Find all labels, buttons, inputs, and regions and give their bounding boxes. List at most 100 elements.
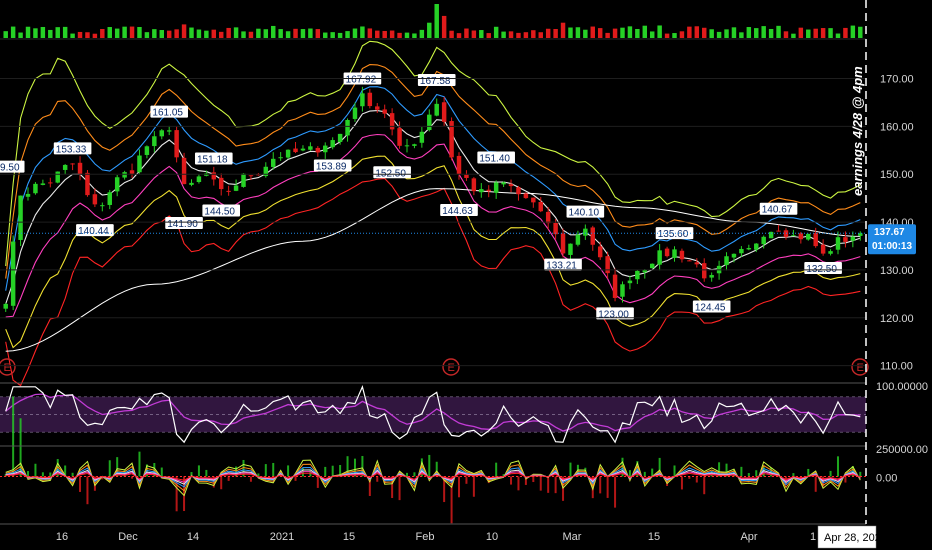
volume-bar bbox=[3, 31, 8, 38]
volume-osc-histogram-bar bbox=[428, 454, 431, 477]
volume-osc-histogram-bar bbox=[606, 476, 609, 498]
time-tick-label: 16 bbox=[56, 531, 68, 543]
volume-bar bbox=[657, 25, 662, 38]
volume-bar bbox=[508, 31, 514, 38]
candle-body bbox=[144, 146, 150, 155]
volume-bar bbox=[493, 26, 499, 38]
volume-osc-histogram-bar bbox=[249, 476, 252, 482]
volume-bar bbox=[92, 33, 98, 38]
volume-bar bbox=[568, 27, 573, 38]
volume-bar bbox=[441, 15, 447, 38]
volume-bar bbox=[323, 32, 328, 38]
volume-bar bbox=[181, 24, 187, 38]
volume-bar bbox=[456, 33, 462, 38]
candle-body bbox=[635, 270, 640, 280]
volume-osc-histogram-bar bbox=[547, 476, 550, 493]
volume-bar bbox=[635, 28, 640, 38]
volume-bar bbox=[501, 31, 506, 38]
volume-osc-tick-label: 0.00 bbox=[876, 472, 897, 484]
date-tooltip: Apr 28, 202 bbox=[817, 525, 881, 549]
price-callout: 141.90 bbox=[165, 216, 203, 230]
time-tick-label: Dec bbox=[118, 531, 138, 543]
volume-bar bbox=[731, 27, 737, 38]
volume-bar bbox=[516, 32, 521, 38]
volume-bar bbox=[479, 30, 484, 38]
volume-osc-histogram-bar bbox=[510, 476, 513, 485]
volume-bar bbox=[858, 26, 863, 38]
oscillator-axis[interactable]: 100.00000 bbox=[876, 381, 928, 393]
volume-osc-histogram-bar bbox=[859, 471, 862, 477]
candle-body bbox=[315, 147, 321, 153]
candle-body bbox=[404, 145, 410, 147]
volume-bar bbox=[337, 32, 343, 38]
candle-body bbox=[687, 260, 692, 262]
volume-bar bbox=[694, 26, 700, 38]
candle-body bbox=[62, 164, 68, 170]
volume-osc-histogram-bar bbox=[703, 476, 706, 495]
volume-bar bbox=[18, 32, 23, 38]
volume-bar bbox=[189, 27, 194, 38]
candle-body bbox=[791, 235, 796, 237]
volume-bar bbox=[434, 4, 439, 38]
volume-bar bbox=[553, 29, 558, 38]
volume-osc-histogram-bar bbox=[138, 451, 141, 477]
volume-osc-histogram-bar bbox=[34, 463, 37, 477]
candle-body bbox=[137, 155, 142, 173]
candle-body bbox=[33, 183, 38, 194]
volume-bar bbox=[226, 27, 231, 38]
price-callout-label: 144.50 bbox=[204, 207, 235, 218]
volume-bar bbox=[627, 26, 633, 38]
volume-osc-histogram-bar bbox=[49, 472, 52, 477]
price-callout: 153.33 bbox=[53, 142, 92, 155]
candle-body bbox=[129, 170, 135, 174]
time-tick-label: 1 bbox=[810, 531, 816, 543]
volume-bar bbox=[739, 32, 744, 38]
candle-body bbox=[100, 205, 105, 207]
candle-body bbox=[211, 172, 217, 180]
price-callout-label: 153.89 bbox=[316, 162, 347, 173]
price-callout: 140.10 bbox=[566, 205, 605, 219]
volume-bar bbox=[122, 26, 127, 38]
volume-osc-histogram-bar bbox=[458, 476, 461, 498]
volume-bar bbox=[263, 29, 269, 38]
volume-bar bbox=[62, 26, 68, 38]
price-callout: 144.50 bbox=[202, 204, 241, 218]
volume-osc-histogram-bar bbox=[814, 476, 817, 492]
price-callout: 153.89 bbox=[313, 159, 352, 173]
volume-bar bbox=[776, 25, 781, 38]
candle-body bbox=[464, 174, 469, 178]
oscillator-tick-label: 100.00000 bbox=[876, 381, 928, 393]
volume-bar bbox=[40, 26, 46, 38]
volume-bar bbox=[397, 32, 402, 38]
candle-body bbox=[835, 237, 841, 250]
candle-body bbox=[226, 190, 231, 192]
volume-bar bbox=[620, 27, 625, 38]
volume-bar bbox=[419, 29, 425, 38]
candle-body bbox=[174, 130, 179, 158]
time-tick-label: 2021 bbox=[270, 531, 294, 543]
candle-body bbox=[575, 234, 581, 245]
volume-osc-histogram-bar bbox=[160, 467, 163, 477]
volume-bar bbox=[166, 30, 172, 38]
candle-body bbox=[746, 248, 752, 250]
volume-bar bbox=[285, 31, 291, 38]
time-tick-label: 15 bbox=[648, 531, 660, 543]
volume-bar bbox=[464, 28, 469, 38]
volume-bar bbox=[828, 28, 833, 38]
volume-bar bbox=[843, 27, 848, 38]
volume-osc-histogram-bar bbox=[398, 476, 401, 501]
time-tick-label: 10 bbox=[486, 531, 498, 543]
price-callout-label: 140.44 bbox=[78, 226, 109, 237]
volume-bar bbox=[152, 29, 157, 38]
volume-osc-histogram-bar bbox=[614, 476, 617, 508]
volume-osc-histogram-bar bbox=[27, 471, 30, 477]
volume-bar bbox=[761, 26, 766, 38]
volume-bar bbox=[590, 26, 595, 38]
chart-root: 149.50 153.33 140.44 161.05 141.90 151.18 144.… bbox=[0, 0, 932, 550]
volume-osc-histogram-bar bbox=[836, 456, 839, 477]
candle-body bbox=[248, 175, 254, 177]
price-tick-label: 110.00 bbox=[880, 361, 913, 373]
volume-osc-histogram-bar bbox=[680, 476, 683, 490]
price-callout-label: 151.18 bbox=[197, 154, 228, 165]
volume-osc-histogram-bar bbox=[86, 476, 89, 505]
